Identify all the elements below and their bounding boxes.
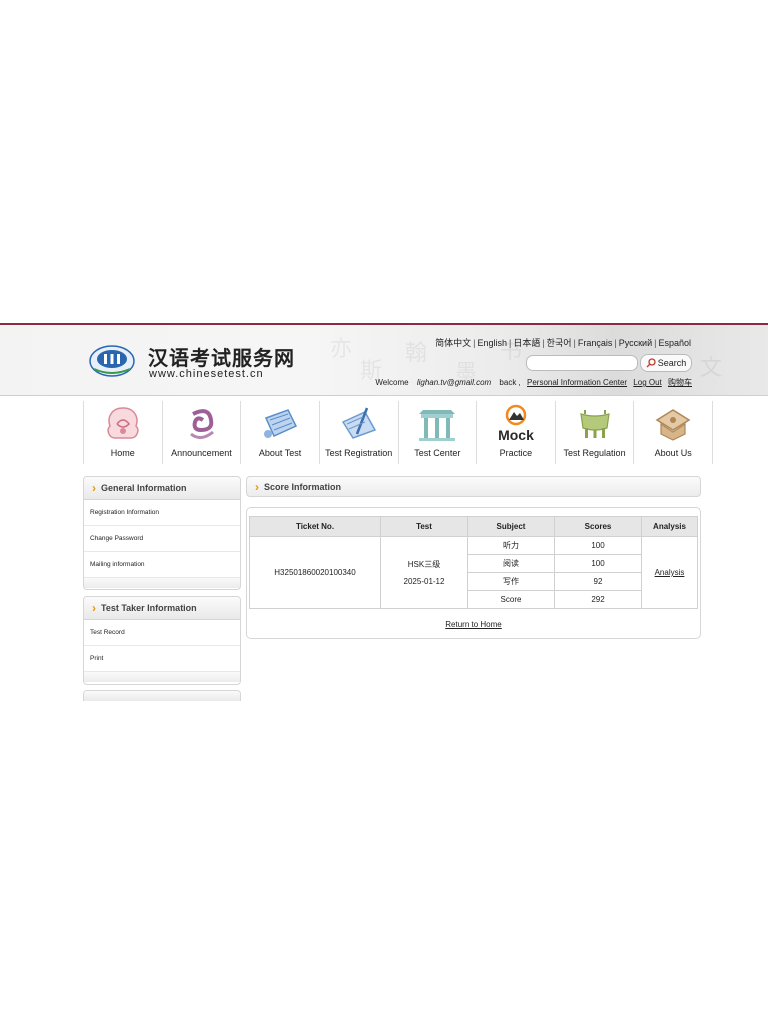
sidebar-general-panel: › General Information Registration Infor…: [83, 476, 241, 590]
column-header-scores: Scores: [554, 516, 642, 537]
language-link-zh[interactable]: 简体中文: [435, 338, 471, 348]
score-reading: 100: [554, 554, 642, 573]
column-header-analysis: Analysis: [641, 516, 698, 537]
sidebar-test-taker-header: › Test Taker Information: [84, 597, 240, 620]
sidebar-item-mailing-information[interactable]: Mailing information: [84, 552, 240, 578]
user-bar: Welcome lighan.tv@gmail.com back , Perso…: [375, 377, 692, 388]
language-link-es[interactable]: Español: [658, 338, 691, 348]
sidebar-item-test-record[interactable]: Test Record: [84, 620, 240, 646]
column-header-test: Test: [380, 516, 468, 537]
score-section-header: › Score Information: [246, 476, 701, 497]
language-link-ja[interactable]: 日本語: [513, 338, 540, 348]
chevron-right-icon: ›: [255, 479, 259, 494]
welcome-text: Welcome: [375, 378, 409, 387]
back-text: back ,: [499, 378, 521, 387]
about-us-icon: [655, 409, 691, 441]
score-listening: 100: [554, 536, 642, 555]
score-total: 292: [554, 590, 642, 609]
sidebar-item-change-password[interactable]: Change Password: [84, 526, 240, 552]
nav-item-about-us[interactable]: About Us: [633, 401, 713, 464]
nav-label: About Test: [258, 448, 302, 458]
column-header-subject: Subject: [467, 516, 555, 537]
sidebar-item-print[interactable]: Print: [84, 646, 240, 672]
search-button-label: Search: [657, 358, 687, 368]
personal-center-link[interactable]: Personal Information Center: [527, 378, 627, 387]
nav-label: Test Registration: [325, 448, 393, 458]
nav-label: Announcement: [171, 448, 232, 458]
mock-icon: Mock: [498, 404, 534, 443]
ticket-number: H32501860020100340: [249, 536, 381, 609]
nav-item-test-center[interactable]: Test Center: [397, 401, 477, 464]
site-url: www.chinesetest.cn: [149, 368, 264, 380]
score-table-header-row: Ticket No. Test Subject Scores Analysis: [249, 516, 698, 537]
column-header-ticket-no: Ticket No.: [249, 516, 381, 537]
site-logo-icon[interactable]: [88, 343, 136, 379]
nav-label: Test Center: [414, 448, 461, 458]
subject-writing: 写作: [467, 572, 555, 591]
language-link-en[interactable]: English: [477, 338, 507, 348]
chevron-right-icon: ›: [92, 601, 96, 615]
nav-item-practice[interactable]: Mock Practice: [476, 401, 555, 464]
analysis-link[interactable]: Analysis: [655, 568, 685, 577]
sidebar-test-taker-title: Test Taker Information: [101, 603, 197, 613]
test-date: 2025-01-12: [403, 577, 445, 586]
nav-label: Practice: [499, 448, 533, 458]
subject-listening: 听力: [467, 536, 555, 555]
subject-reading: 阅读: [467, 554, 555, 573]
test-registration-icon: [341, 407, 376, 439]
site-header: 亦 斯 翰 墨 书 文 汉语考试服务网 www.chinesetest.cn 简…: [0, 325, 768, 396]
nav-item-about-test[interactable]: About Test: [240, 401, 319, 464]
nav-label: About Us: [654, 448, 692, 458]
score-panel: Ticket No. Test Subject Scores Analysis …: [246, 507, 701, 639]
sidebar-item-registration-information[interactable]: Registration Information: [84, 500, 240, 526]
nav-item-home[interactable]: Home: [83, 401, 162, 464]
test-cell: HSK三级 2025-01-12: [380, 536, 468, 609]
sidebar-test-taker-panel: › Test Taker Information Test Record Pri…: [83, 596, 241, 685]
home-icon: [107, 407, 139, 439]
language-link-fr[interactable]: Français: [578, 338, 613, 348]
shopping-cart-link[interactable]: 购物车: [668, 378, 692, 387]
test-center-icon: [419, 410, 456, 441]
sidebar-general-title: General Information: [101, 483, 187, 493]
score-table: Ticket No. Test Subject Scores Analysis …: [249, 516, 698, 609]
subject-total: Score: [467, 590, 555, 609]
search-input[interactable]: [526, 355, 638, 371]
nav-item-test-registration[interactable]: Test Registration: [318, 401, 398, 464]
site-title: 汉语考试服务网: [148, 346, 295, 370]
mock-icon-text: Mock: [498, 427, 534, 443]
chevron-right-icon: ›: [92, 481, 96, 495]
score-section-title: Score Information: [264, 481, 342, 492]
sidebar-third-panel-partial: [83, 690, 241, 701]
analysis-cell: Analysis: [641, 536, 698, 609]
nav-label: Home: [110, 448, 135, 458]
test-name: HSK三级: [407, 560, 441, 569]
return-home-link[interactable]: Return to Home: [247, 620, 700, 629]
search-icon: [646, 358, 656, 368]
language-link-ko[interactable]: 한국어: [547, 338, 572, 348]
search-button[interactable]: Search: [640, 354, 692, 372]
language-link-ru[interactable]: Русский: [619, 338, 652, 348]
main-nav: Home Announcement About Test Test Regist…: [83, 401, 713, 464]
nav-item-announcement[interactable]: Announcement: [161, 401, 241, 464]
language-bar: 简体中文 | English | 日本語 | 한국어 | Français | Русский | Es…: [435, 338, 691, 348]
score-writing: 92: [554, 572, 642, 591]
test-regulation-icon: [579, 410, 610, 438]
about-test-icon: [264, 409, 298, 438]
nav-label: Test Regulation: [563, 448, 626, 458]
sidebar-general-header: › General Information: [84, 477, 240, 500]
table-row: H32501860020100340 HSK三级 2025-01-12 听力 1…: [249, 536, 698, 609]
logout-link[interactable]: Log Out: [633, 378, 661, 387]
user-email: lighan.tv@gmail.com: [416, 378, 492, 387]
announcement-icon: [190, 409, 215, 439]
nav-item-test-regulation[interactable]: Test Regulation: [554, 401, 634, 464]
